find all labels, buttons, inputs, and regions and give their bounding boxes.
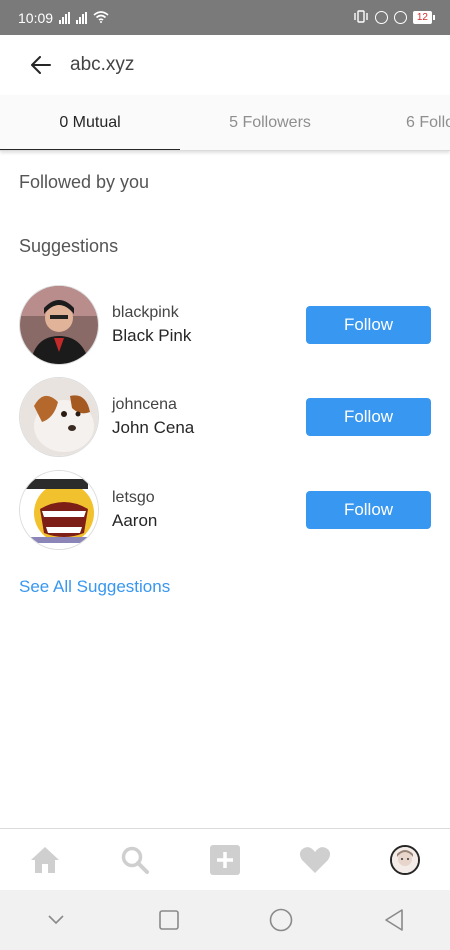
user-text: johncena John Cena — [112, 396, 194, 438]
bottom-nav — [0, 828, 450, 890]
username[interactable]: johncena — [112, 396, 194, 414]
alarm-icon — [393, 11, 407, 24]
suggestions-heading: Suggestions — [19, 236, 119, 256]
suggestion-row: johncena John Cena Follow — [19, 377, 431, 457]
app-bar: abc.xyz — [0, 35, 450, 95]
profile-avatar[interactable] — [387, 842, 423, 878]
arrow-left-icon[interactable] — [30, 54, 52, 76]
status-left: 10:09 — [18, 10, 109, 26]
status-bar: 10:09 12 — [0, 0, 450, 35]
heart-icon[interactable] — [297, 842, 333, 878]
avatar[interactable] — [19, 285, 99, 365]
status-time: 10:09 — [18, 9, 54, 26]
recents-icon[interactable] — [154, 905, 184, 935]
avatar — [390, 844, 420, 875]
add-icon[interactable] — [207, 842, 243, 878]
follow-button[interactable]: Follow — [306, 491, 431, 529]
full-name: Black Pink — [112, 326, 192, 345]
home-circle-icon[interactable] — [266, 905, 296, 935]
chevron-down-icon[interactable] — [41, 905, 71, 935]
tab-mutual[interactable]: 0 Mutual — [0, 95, 180, 150]
avatar[interactable] — [19, 470, 99, 550]
user-text: blackpink Black Pink — [112, 304, 191, 346]
signal-icon — [59, 11, 71, 24]
back-triangle-icon[interactable] — [379, 905, 409, 935]
status-right: 12 — [353, 9, 436, 26]
see-all-suggestions-link[interactable]: See All Suggestions — [19, 577, 170, 597]
follow-button[interactable]: Follow — [306, 306, 431, 344]
follow-button[interactable]: Follow — [306, 398, 431, 436]
user-text: letsgo Aaron — [112, 489, 157, 531]
full-name: Aaron — [112, 511, 158, 530]
system-nav-bar — [0, 890, 450, 950]
search-icon[interactable] — [117, 842, 153, 878]
full-name: John Cena — [112, 418, 195, 437]
battery-icon: 12 — [412, 11, 436, 24]
wifi-icon — [93, 10, 109, 26]
suggestion-row: letsgo Aaron Follow — [19, 470, 431, 550]
avatar[interactable] — [19, 377, 99, 457]
tab-following[interactable]: 6 Following — [360, 95, 450, 150]
signal-icon-2 — [76, 11, 88, 24]
username[interactable]: blackpink — [112, 304, 191, 322]
lock-rotation-icon — [374, 11, 388, 24]
suggestion-row: blackpink Black Pink Follow — [19, 285, 431, 365]
tab-bar: 0 Mutual 5 Followers 6 Following — [0, 95, 450, 151]
tab-followers[interactable]: 5 Followers — [180, 95, 360, 150]
followed-by-you-heading: Followed by you — [19, 172, 150, 192]
vibrate-icon — [353, 9, 369, 26]
home-icon[interactable] — [27, 842, 63, 878]
page-title: abc.xyz — [70, 54, 135, 75]
username[interactable]: letsgo — [112, 489, 157, 507]
